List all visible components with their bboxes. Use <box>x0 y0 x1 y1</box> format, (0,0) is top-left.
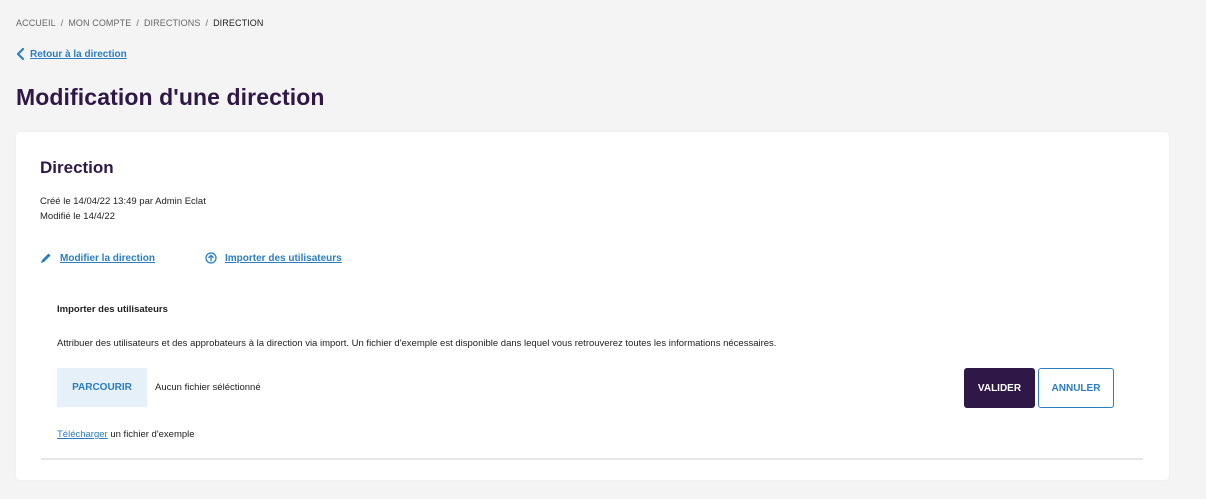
back-link[interactable]: Retour à la direction <box>16 48 127 60</box>
direction-card: Direction Créé le 14/04/22 13:49 par Adm… <box>16 132 1169 480</box>
import-users-label: Importer des utilisateurs <box>225 252 342 264</box>
back-link-label: Retour à la direction <box>30 48 127 60</box>
breadcrumb-item-account[interactable]: MON COMPTE <box>68 18 131 28</box>
download-suffix: un fichier d'exemple <box>107 429 195 440</box>
import-panel: Importer des utilisateurs Attribuer des … <box>41 290 1143 460</box>
import-users-link[interactable]: Importer des utilisateurs <box>205 252 342 264</box>
breadcrumb-item-directions[interactable]: DIRECTIONS <box>144 18 201 28</box>
breadcrumb-separator: / <box>60 18 64 28</box>
browse-button[interactable]: PARCOURIR <box>57 368 147 407</box>
pencil-icon <box>40 252 52 264</box>
card-title: Direction <box>40 158 114 177</box>
file-picker: PARCOURIR Aucun fichier séléctionné <box>57 368 261 407</box>
download-example: Télécharger un fichier d'exemple <box>57 429 195 440</box>
download-link[interactable]: Télécharger <box>57 429 108 440</box>
modified-info: Modifié le 14/4/22 <box>40 211 115 222</box>
created-info: Créé le 14/04/22 13:49 par Admin Eclat <box>40 196 206 207</box>
breadcrumb-item-current: DIRECTION <box>213 18 264 28</box>
breadcrumb-item-home[interactable]: ACCUEIL <box>16 18 56 28</box>
card-actions: Modifier la direction Importer des utili… <box>40 252 342 264</box>
selected-file-text: Aucun fichier séléctionné <box>155 382 261 393</box>
breadcrumb: ACCUEIL / MON COMPTE / DIRECTIONS / DIRECTION <box>16 18 263 28</box>
upload-circle-icon <box>205 252 217 264</box>
page-title: Modification d'une direction <box>16 84 325 110</box>
import-description: Attribuer des utilisateurs et des approb… <box>57 338 777 349</box>
breadcrumb-separator: / <box>136 18 139 28</box>
cancel-button[interactable]: ANNULER <box>1038 368 1114 408</box>
import-title: Importer des utilisateurs <box>57 304 168 315</box>
validate-button[interactable]: VALIDER <box>964 368 1035 408</box>
breadcrumb-separator: / <box>205 18 209 28</box>
edit-direction-label: Modifier la direction <box>60 252 156 264</box>
edit-direction-link[interactable]: Modifier la direction <box>40 252 155 264</box>
chevron-left-icon <box>16 48 25 60</box>
